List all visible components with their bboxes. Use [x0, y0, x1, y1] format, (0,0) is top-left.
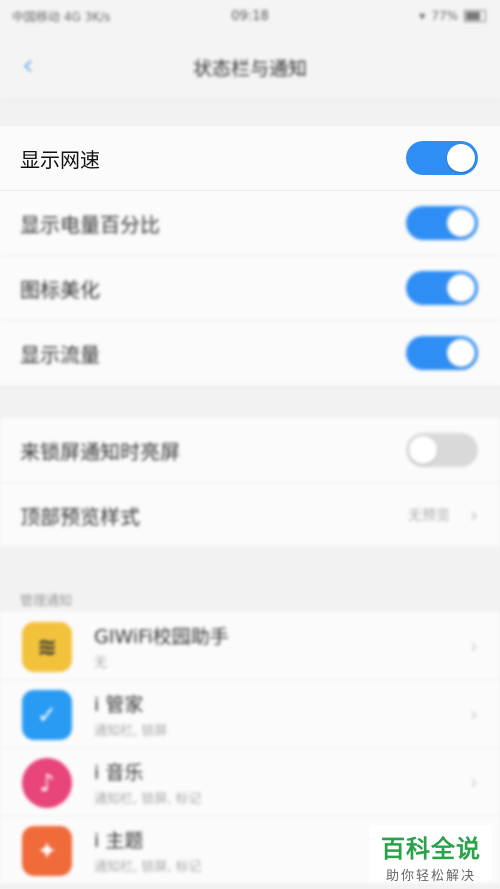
chevron-right-icon: › — [470, 702, 478, 726]
app-sub: 通知栏, 锁屏, 标记 — [94, 792, 202, 807]
row-label: 图标美化 — [20, 277, 100, 302]
wifi-icon: ▾ — [419, 9, 426, 23]
watermark-subtitle: 助你轻松解决 — [385, 869, 476, 884]
app-sub: 无 — [94, 656, 108, 671]
app-name: i 音乐 — [94, 762, 144, 784]
status-bar: 中国移动 4G 3K/s 09:18 ▾ 77% — [0, 0, 500, 32]
battery-percent: 77% — [431, 9, 458, 23]
notification-settings: 来锁屏通知时亮屏 顶部预览样式 无预览 › — [0, 418, 500, 548]
app-row-imusic[interactable]: ♪ i 音乐 通知栏, 锁屏, 标记 › — [0, 748, 500, 817]
shield-app-icon: ✓ — [22, 690, 72, 740]
app-sub: 通知栏, 锁屏 — [94, 724, 168, 739]
row-label: 来锁屏通知时亮屏 — [20, 439, 180, 464]
toggle-show-speed[interactable] — [406, 141, 478, 175]
row-label: 显示流量 — [20, 342, 100, 367]
toggle-lockscreen-wake[interactable] — [406, 433, 478, 467]
app-row-iguanjia[interactable]: ✓ i 管家 通知栏, 锁屏 › — [0, 680, 500, 749]
wifi-app-icon: ≋ — [22, 622, 72, 672]
row-show-traffic[interactable]: 显示流量 — [0, 321, 500, 386]
page-title: 状态栏与通知 — [192, 58, 307, 80]
toggle-knob — [447, 144, 475, 172]
toggle-knob — [447, 209, 475, 237]
toggle-knob — [409, 436, 437, 464]
row-icon-beautify[interactable]: 图标美化 — [0, 256, 500, 321]
theme-app-icon: ✦ — [22, 826, 72, 876]
music-app-icon: ♪ — [22, 758, 72, 808]
toggle-battery-percent[interactable] — [406, 206, 478, 240]
toggle-knob — [447, 339, 475, 367]
row-show-speed[interactable]: 显示网速 — [0, 126, 500, 191]
status-bar-settings: 显示网速 显示电量百分比 图标美化 显示流量 — [0, 126, 500, 386]
app-name: GIWiFi校园助手 — [94, 626, 229, 648]
app-name: i 管家 — [94, 694, 144, 716]
nav-bar: ‹ 状态栏与通知 — [0, 32, 500, 101]
row-lockscreen-wake[interactable]: 来锁屏通知时亮屏 — [0, 418, 500, 483]
watermark-logo: 百科全说 助你轻松解决 — [370, 825, 492, 884]
app-name: i 主题 — [94, 830, 144, 852]
preview-style-value: 无预览 — [408, 508, 450, 524]
manage-notifications-header: 管理通知 — [20, 594, 73, 609]
app-row-giwifi[interactable]: ≋ GIWiFi校园助手 无 › — [0, 612, 500, 681]
toggle-icon-beautify[interactable] — [406, 271, 478, 305]
status-right: ▾ 77% — [419, 9, 486, 23]
watermark-title: 百科全说 — [381, 835, 481, 863]
chevron-right-icon: › — [470, 503, 478, 527]
row-battery-percent[interactable]: 显示电量百分比 — [0, 191, 500, 256]
chevron-right-icon: › — [470, 770, 478, 794]
toggle-show-traffic[interactable] — [406, 336, 478, 370]
row-label: 显示网速 — [20, 147, 100, 172]
row-label: 顶部预览样式 — [20, 504, 140, 529]
chevron-right-icon: › — [470, 634, 478, 658]
app-sub: 通知栏, 锁屏, 标记 — [94, 860, 202, 875]
row-label: 显示电量百分比 — [20, 212, 160, 237]
toggle-knob — [447, 274, 475, 302]
battery-icon — [464, 10, 486, 22]
row-preview-style[interactable]: 顶部预览样式 无预览 › — [0, 483, 500, 548]
